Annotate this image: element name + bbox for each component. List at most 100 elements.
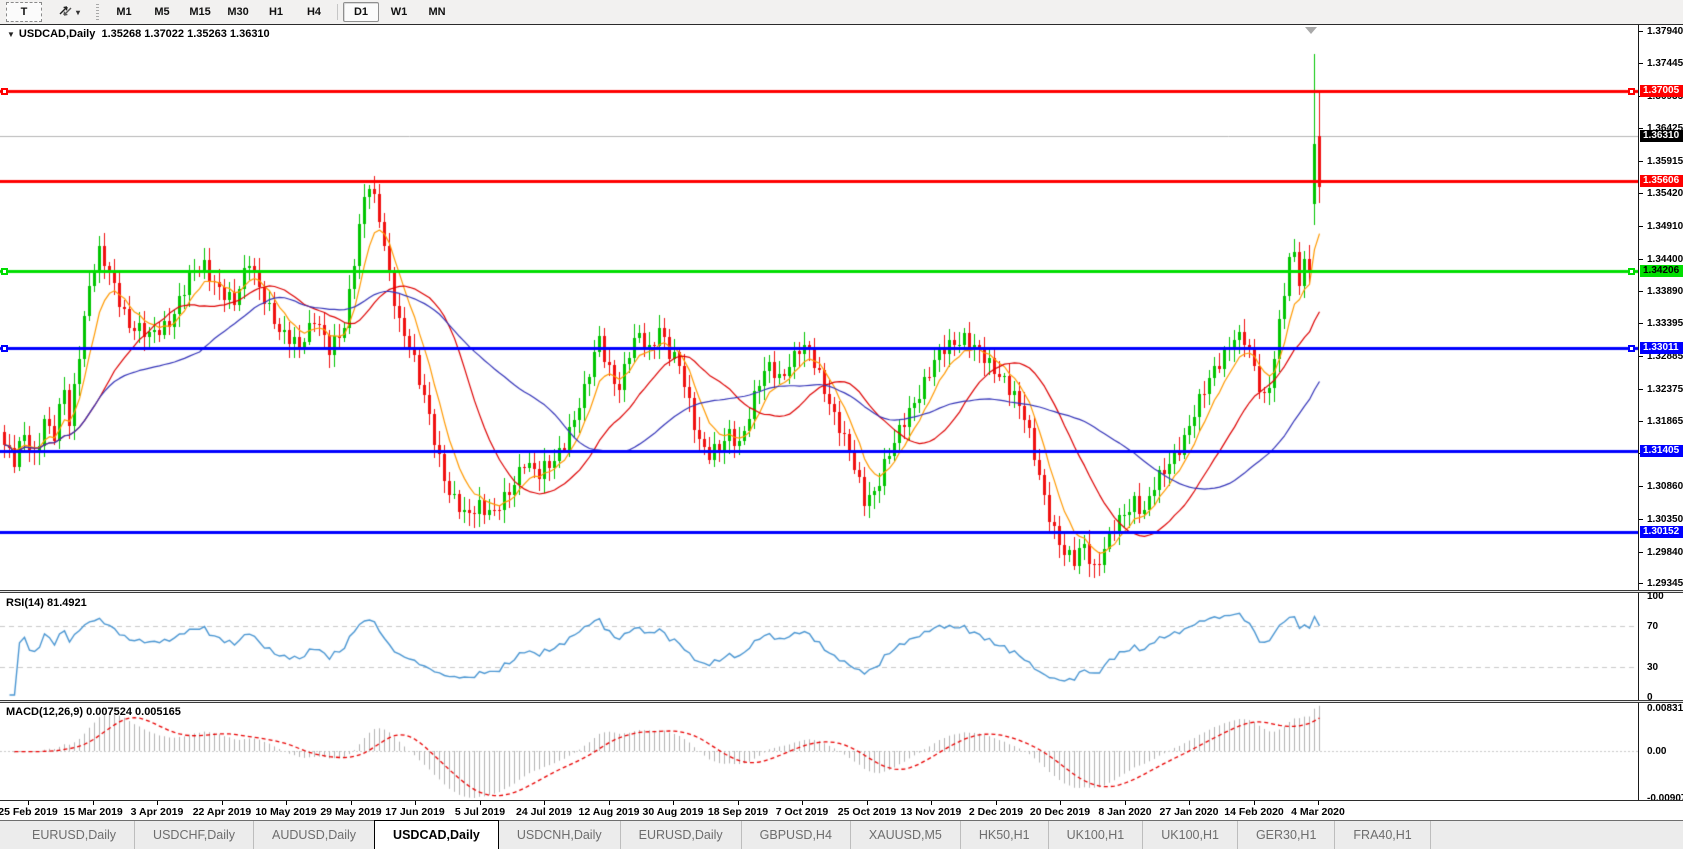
symbol-switch-button[interactable]: ▾ bbox=[51, 2, 87, 22]
chart-tab-eurusd-daily[interactable]: EURUSD,Daily bbox=[620, 821, 741, 849]
autoscroll-marker-icon[interactable] bbox=[1305, 27, 1317, 34]
level-handle[interactable] bbox=[1628, 345, 1635, 352]
price-tick-label: 1.33395 bbox=[1647, 318, 1683, 329]
time-tick bbox=[996, 801, 997, 805]
chart-tab-eurusd-daily[interactable]: EURUSD,Daily bbox=[14, 821, 134, 849]
chart-tab-gbpusd-h4[interactable]: GBPUSD,H4 bbox=[741, 821, 850, 849]
macd-label: MACD(12,26,9) 0.007524 0.005165 bbox=[6, 706, 181, 718]
time-tick-label: 4 Mar 2020 bbox=[1291, 806, 1345, 818]
chart-tab-hk50-h1[interactable]: HK50,H1 bbox=[960, 821, 1048, 849]
chart-tab-xauusd-m5[interactable]: XAUUSD,M5 bbox=[850, 821, 960, 849]
time-tick bbox=[351, 801, 352, 805]
timeframe-button-m1[interactable]: M1 bbox=[106, 2, 142, 22]
chart-tab-audusd-daily[interactable]: AUDUSD,Daily bbox=[253, 821, 374, 849]
time-tick bbox=[1318, 801, 1319, 805]
price-axis[interactable]: 1.379401.374451.369351.364251.359151.354… bbox=[1638, 25, 1683, 590]
level-handle[interactable] bbox=[1628, 88, 1635, 95]
price-tick-label: 1.35420 bbox=[1647, 188, 1683, 199]
chart-tab-uk100-h1[interactable]: UK100,H1 bbox=[1048, 821, 1143, 849]
chart-title: ▼USDCAD,Daily 1.35268 1.37022 1.35263 1.… bbox=[7, 28, 270, 40]
time-tick-label: 5 Jul 2019 bbox=[455, 806, 505, 818]
time-tick-label: 22 Apr 2019 bbox=[193, 806, 252, 818]
rsi-axis[interactable]: 10070300 bbox=[1638, 593, 1683, 700]
price-tick bbox=[1639, 421, 1643, 422]
price-tick-label: 1.30350 bbox=[1647, 514, 1683, 525]
time-tick-label: 3 Apr 2019 bbox=[131, 806, 184, 818]
swap-arrows-icon bbox=[58, 4, 73, 20]
time-tick bbox=[222, 801, 223, 805]
time-tick bbox=[738, 801, 739, 805]
price-tick bbox=[1639, 63, 1643, 64]
timeframe-button-m5[interactable]: M5 bbox=[144, 2, 180, 22]
price-tick-label: 1.33890 bbox=[1647, 286, 1683, 297]
price-tick-label: 1.35915 bbox=[1647, 156, 1683, 167]
price-tick bbox=[1639, 323, 1643, 324]
time-tick-label: 25 Oct 2019 bbox=[838, 806, 896, 818]
time-tick bbox=[28, 801, 29, 805]
price-tick bbox=[1639, 519, 1643, 520]
price-tick bbox=[1639, 128, 1643, 129]
time-tick bbox=[93, 801, 94, 805]
price-tick bbox=[1639, 552, 1643, 553]
chart-tab-fra40-h1[interactable]: FRA40,H1 bbox=[1334, 821, 1429, 849]
macd-tick-label: -0.009071 bbox=[1647, 793, 1683, 804]
text-tool-button[interactable]: T bbox=[6, 2, 42, 22]
level-handle[interactable] bbox=[1, 88, 8, 95]
timeframe-button-d1[interactable]: D1 bbox=[343, 2, 379, 22]
level-handle[interactable] bbox=[1628, 268, 1635, 275]
price-tick-label: 1.34400 bbox=[1647, 254, 1683, 265]
toolbar: T ▾ M1M5M15M30H1H4 D1W1MN bbox=[0, 0, 1683, 25]
price-tick-label: 1.29840 bbox=[1647, 547, 1683, 558]
toolbar-separator bbox=[337, 4, 338, 20]
chart-tab-usdcad-daily[interactable]: USDCAD,Daily bbox=[374, 820, 499, 849]
macd-indicator-canvas[interactable] bbox=[0, 703, 1638, 800]
price-tick bbox=[1639, 583, 1643, 584]
time-tick bbox=[931, 801, 932, 805]
chart-tab-ger30-h1[interactable]: GER30,H1 bbox=[1237, 821, 1334, 849]
collapse-arrow-icon[interactable]: ▼ bbox=[7, 30, 15, 39]
time-tick bbox=[1060, 801, 1061, 805]
price-tick bbox=[1639, 259, 1643, 260]
price-tick bbox=[1639, 356, 1643, 357]
chart-tab-usdchf-daily[interactable]: USDCHF,Daily bbox=[134, 821, 253, 849]
price-tick-label: 1.32375 bbox=[1647, 384, 1683, 395]
level-price-badge: 1.31405 bbox=[1640, 445, 1683, 457]
level-handle[interactable] bbox=[1, 268, 8, 275]
time-tick-label: 15 Mar 2019 bbox=[63, 806, 123, 818]
timeframe-button-mn[interactable]: MN bbox=[419, 2, 455, 22]
timeframe-button-w1[interactable]: W1 bbox=[381, 2, 417, 22]
price-chart-canvas[interactable] bbox=[0, 25, 1638, 590]
toolbar-grip[interactable] bbox=[96, 4, 99, 20]
timeframe-button-h4[interactable]: H4 bbox=[296, 2, 332, 22]
timeframe-button-m30[interactable]: M30 bbox=[220, 2, 256, 22]
rsi-indicator-canvas[interactable] bbox=[0, 593, 1638, 700]
price-tick-label: 1.29345 bbox=[1647, 578, 1683, 589]
time-tick bbox=[157, 801, 158, 805]
chart-tab-uk100-h1[interactable]: UK100,H1 bbox=[1142, 821, 1237, 849]
price-tick bbox=[1639, 389, 1643, 390]
chart-symbol-label: USDCAD,Daily bbox=[19, 28, 95, 40]
level-price-badge: 1.37005 bbox=[1640, 85, 1683, 97]
rsi-tick-label: 70 bbox=[1647, 621, 1658, 632]
price-tick-label: 1.34910 bbox=[1647, 221, 1683, 232]
macd-tick-label: 0.008315 bbox=[1647, 703, 1683, 714]
time-tick-label: 14 Feb 2020 bbox=[1224, 806, 1284, 818]
time-tick-label: 24 Jul 2019 bbox=[516, 806, 572, 818]
time-tick-label: 7 Oct 2019 bbox=[776, 806, 829, 818]
price-tick-label: 1.37445 bbox=[1647, 58, 1683, 69]
time-tick bbox=[480, 801, 481, 805]
macd-axis[interactable]: 0.0083150.00-0.009071 bbox=[1638, 703, 1683, 800]
level-handle[interactable] bbox=[1, 345, 8, 352]
price-tick bbox=[1639, 291, 1643, 292]
time-tick bbox=[415, 801, 416, 805]
time-tick bbox=[609, 801, 610, 805]
time-tick bbox=[1254, 801, 1255, 805]
time-tick-label: 20 Dec 2019 bbox=[1030, 806, 1090, 818]
chart-tab-usdcnh-daily[interactable]: USDCNH,Daily bbox=[499, 821, 620, 849]
time-axis[interactable]: 25 Feb 201915 Mar 20193 Apr 201922 Apr 2… bbox=[0, 801, 1638, 820]
timeframe-button-m15[interactable]: M15 bbox=[182, 2, 218, 22]
price-tick bbox=[1639, 486, 1643, 487]
timeframe-button-h1[interactable]: H1 bbox=[258, 2, 294, 22]
current-price-badge: 1.36310 bbox=[1640, 130, 1683, 142]
level-price-badge: 1.34206 bbox=[1640, 265, 1683, 277]
